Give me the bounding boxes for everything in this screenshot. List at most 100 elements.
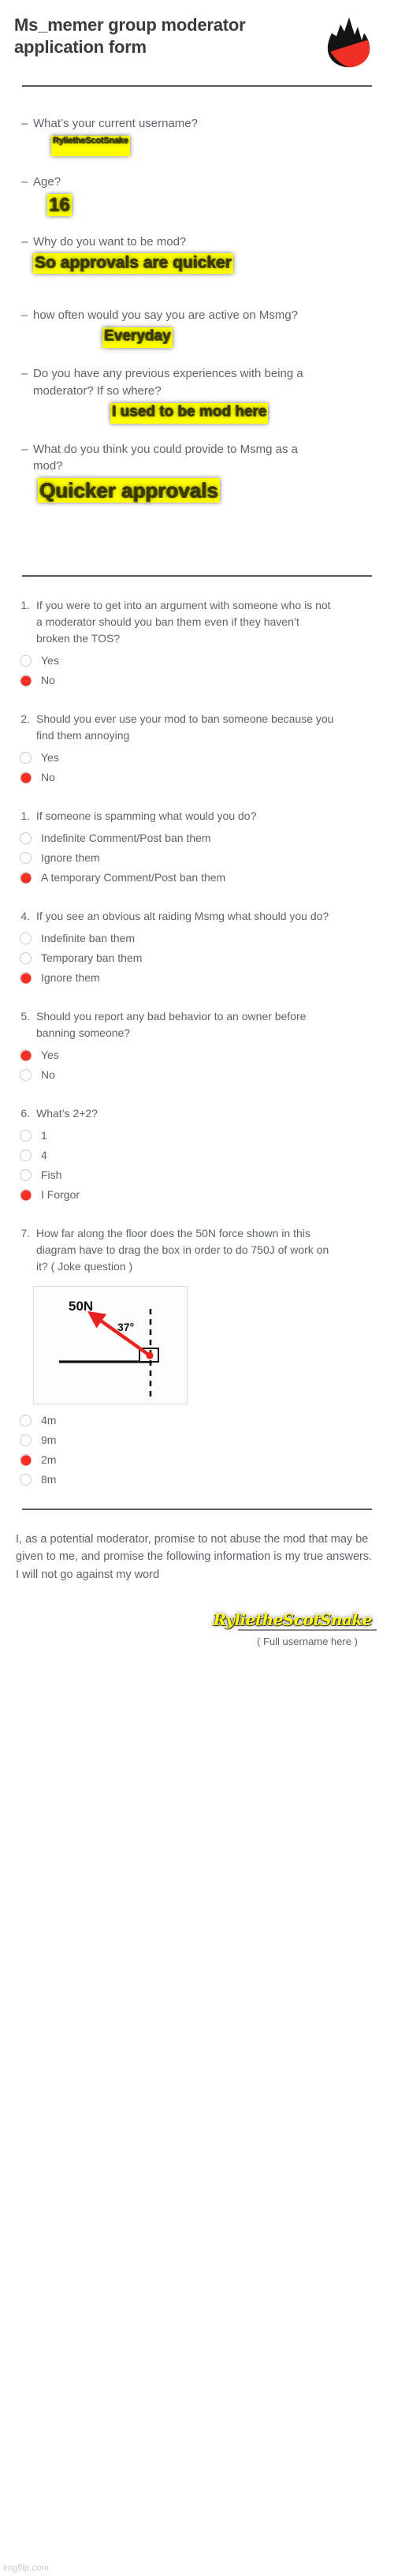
open-question-username: – What’s your current username?: [16, 115, 378, 133]
option-label: 9m: [41, 1433, 57, 1446]
radio-icon[interactable]: [20, 952, 32, 964]
question-number: 4.: [20, 910, 30, 922]
radio-icon[interactable]: [20, 1169, 32, 1181]
radio-icon[interactable]: [20, 933, 32, 944]
option-row[interactable]: 2m: [16, 1450, 378, 1470]
option-row[interactable]: No: [16, 671, 378, 690]
question-label: Age?: [33, 174, 61, 189]
radio-icon[interactable]: [20, 1130, 32, 1142]
option-row[interactable]: Temporary ban them: [16, 948, 378, 968]
bullet-dash: –: [20, 308, 28, 323]
flame-icon: [327, 17, 370, 68]
option-row[interactable]: Ignore them: [16, 968, 378, 988]
answer-username: RyliethеScotSnake: [16, 135, 378, 156]
option-label: Yes: [41, 750, 59, 764]
bullet-dash: –: [20, 174, 28, 189]
option-label: Indefinite Comment/Post ban them: [41, 831, 211, 844]
handwritten-answer: 16: [47, 193, 72, 216]
option-label: Yes: [41, 653, 59, 667]
option-row[interactable]: Yes: [16, 748, 378, 768]
answer-experience: I used to be mod here: [16, 402, 378, 424]
open-answer-section: – What’s your current username? Ryliethе…: [0, 87, 394, 575]
question-number: 5.: [20, 1010, 30, 1023]
answer-activity: Everyday: [16, 327, 378, 348]
option-label: 4m: [41, 1413, 57, 1426]
form-header: Ms_memer group moderator application for…: [0, 0, 394, 68]
handwritten-answer: RyliethеScotSnake: [51, 135, 130, 156]
option-row[interactable]: 9m: [16, 1430, 378, 1450]
handwritten-answer: Quicker approvals: [38, 478, 220, 503]
option-row[interactable]: 4m: [16, 1411, 378, 1430]
question-label: If you were to get into an argument with…: [36, 599, 331, 645]
open-question-activity: – how often would you say you are active…: [16, 307, 378, 324]
question-label: Should you report any bad behavior to an…: [36, 1010, 307, 1039]
option-label: No: [41, 770, 55, 783]
radio-icon[interactable]: [20, 1069, 32, 1081]
radio-icon[interactable]: [20, 832, 32, 844]
question-number: 6.: [20, 1107, 30, 1120]
option-group: 4m 9m 2m 8m: [16, 1411, 378, 1490]
option-group: Yes No: [16, 748, 378, 787]
mc-question-2: 2. Should you ever use your mod to ban s…: [16, 711, 378, 787]
option-row[interactable]: 1: [16, 1126, 378, 1146]
bullet-dash: –: [20, 234, 28, 249]
bullet-dash: –: [20, 117, 28, 130]
radio-selected-icon[interactable]: [20, 1189, 32, 1201]
option-row[interactable]: Fish: [16, 1165, 378, 1185]
page-title: Ms_memer group moderator application for…: [14, 15, 246, 58]
radio-selected-icon[interactable]: [20, 1454, 32, 1466]
application-form-page: Ms_memer group moderator application for…: [0, 0, 394, 2576]
option-label: A temporary Comment/Post ban them: [41, 870, 226, 884]
option-row[interactable]: I Forgor: [16, 1185, 378, 1205]
option-row[interactable]: A temporary Comment/Post ban them: [16, 868, 378, 888]
bullet-dash: –: [20, 442, 28, 456]
open-question-provide: – What do you think you could provide to…: [16, 441, 378, 476]
option-label: Temporary ban them: [41, 951, 143, 964]
signature-line: [238, 1629, 377, 1632]
answer-why-mod: So approvals are quicker: [16, 253, 378, 275]
radio-icon[interactable]: [20, 1474, 32, 1486]
radio-icon[interactable]: [20, 852, 32, 864]
option-group: 1 4 Fish I Forgor: [16, 1126, 378, 1205]
physics-diagram: 50N 37°: [33, 1286, 188, 1404]
option-group: Yes No: [16, 651, 378, 690]
mc-question-4: 4. If you see an obvious alt raiding Msm…: [16, 908, 378, 988]
option-row[interactable]: Indefinite ban them: [16, 929, 378, 948]
mc-question-5: 5. Should you report any bad behavior to…: [16, 1008, 378, 1085]
option-label: Ignore them: [41, 851, 100, 864]
question-label: Why do you want to be mod?: [33, 234, 187, 249]
divider-bottom: [22, 1509, 372, 1510]
radio-icon[interactable]: [20, 1415, 32, 1426]
radio-selected-icon[interactable]: [20, 772, 32, 783]
radio-icon[interactable]: [20, 655, 32, 667]
radio-selected-icon[interactable]: [20, 675, 32, 686]
mc-question-1: 1. If you were to get into an argument w…: [16, 597, 378, 690]
radio-icon[interactable]: [20, 752, 32, 764]
question-number: 2.: [20, 712, 30, 725]
option-group: Indefinite Comment/Post ban them Ignore …: [16, 828, 378, 888]
option-row[interactable]: Yes: [16, 1045, 378, 1065]
radio-selected-icon[interactable]: [20, 972, 32, 984]
option-label: 2m: [41, 1453, 57, 1466]
question-label: How far along the floor does the 50N for…: [36, 1227, 329, 1273]
answer-age: 16: [16, 193, 378, 216]
option-row[interactable]: 8m: [16, 1470, 378, 1490]
answer-provide: Quicker approvals: [16, 478, 378, 503]
option-row[interactable]: Indefinite Comment/Post ban them: [16, 828, 378, 848]
radio-selected-icon[interactable]: [20, 872, 32, 884]
handwritten-answer: So approvals are quicker: [33, 253, 233, 275]
signature-area: RyliethеScotSnake ( Full username here ): [0, 1610, 394, 1647]
question-label: If someone is spamming what would you do…: [36, 809, 257, 822]
option-group: Indefinite ban them Temporary ban them I…: [16, 929, 378, 988]
option-row[interactable]: Yes: [16, 651, 378, 671]
option-row[interactable]: No: [16, 1065, 378, 1085]
radio-icon[interactable]: [20, 1150, 32, 1161]
radio-selected-icon[interactable]: [20, 1049, 32, 1061]
option-label: Indefinite ban them: [41, 931, 136, 944]
angle-label: 37°: [117, 1321, 134, 1333]
radio-icon[interactable]: [20, 1434, 32, 1446]
option-row[interactable]: No: [16, 768, 378, 787]
option-row[interactable]: 4: [16, 1146, 378, 1165]
option-label: Yes: [41, 1048, 59, 1061]
option-row[interactable]: Ignore them: [16, 848, 378, 868]
